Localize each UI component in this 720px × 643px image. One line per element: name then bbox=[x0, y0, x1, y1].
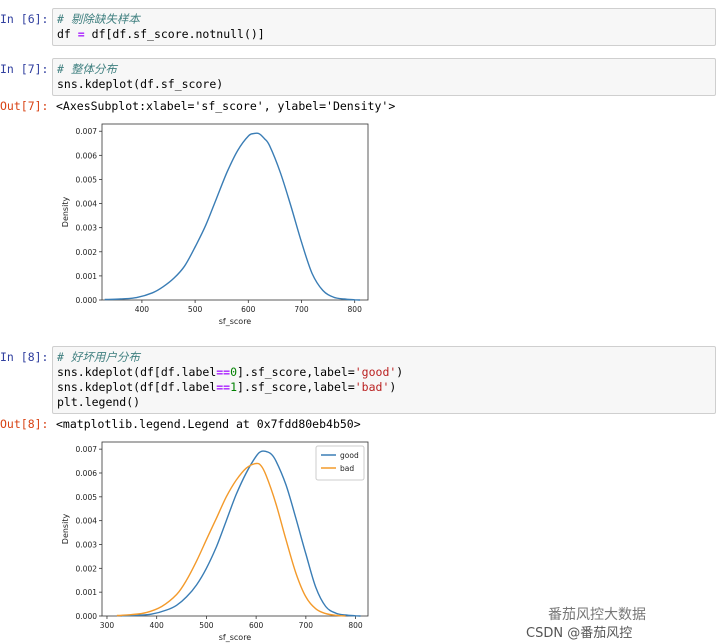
code-token: ) bbox=[389, 380, 397, 394]
code-token: df bbox=[57, 27, 78, 41]
code-token: sns.kdeplot(df[df.label bbox=[57, 365, 217, 379]
code-line: sns.kdeplot(df[df.label==1].sf_score,lab… bbox=[57, 380, 711, 395]
code-line: sns.kdeplot(df[df.label==0].sf_score,lab… bbox=[57, 365, 711, 380]
x-tick-label: 800 bbox=[348, 621, 363, 630]
legend-label: bad bbox=[340, 464, 354, 473]
y-tick-label: 0.005 bbox=[76, 493, 98, 502]
code-line: sns.kdeplot(df.sf_score) bbox=[57, 77, 711, 92]
y-tick-label: 0.006 bbox=[76, 469, 98, 478]
legend-label: good bbox=[340, 451, 359, 460]
code-line: plt.legend() bbox=[57, 395, 711, 410]
code-token: # 剔除缺失样本 bbox=[57, 12, 140, 26]
code-token: # 好坏用户分布 bbox=[57, 350, 140, 364]
cell-prompt-7: In [7]: bbox=[0, 62, 49, 76]
code-token: 'good' bbox=[354, 365, 397, 379]
code-token: sns.kdeplot(df[df.label bbox=[57, 380, 217, 394]
code-token: df[df.sf_score.notnull()] bbox=[84, 27, 265, 41]
code-line: # 整体分布 bbox=[57, 62, 711, 77]
code-token: # 整体分布 bbox=[57, 62, 117, 76]
x-tick-label: 300 bbox=[100, 621, 115, 630]
watermark-title: 番茄风控大数据 bbox=[548, 607, 646, 623]
y-tick-label: 0.006 bbox=[76, 151, 98, 160]
x-tick-label: 400 bbox=[135, 305, 150, 314]
y-tick-label: 0.001 bbox=[76, 588, 98, 597]
y-tick-label: 0.000 bbox=[76, 296, 98, 305]
y-tick-label: 0.004 bbox=[76, 200, 98, 209]
output-text-8: <matplotlib.legend.Legend at 0x7fdd80eb4… bbox=[56, 417, 361, 431]
y-tick-label: 0.005 bbox=[76, 175, 98, 184]
code-line: df = df[df.sf_score.notnull()] bbox=[57, 27, 711, 42]
code-cell-6[interactable]: # 剔除缺失样本 df = df[df.sf_score.notnull()] bbox=[52, 8, 716, 46]
output-prompt-7: Out[7]: bbox=[0, 99, 49, 113]
x-tick-label: 600 bbox=[241, 305, 256, 314]
code-line: # 好坏用户分布 bbox=[57, 350, 711, 365]
x-tick-label: 500 bbox=[199, 621, 214, 630]
x-tick-label: 700 bbox=[299, 621, 314, 630]
code-token: 0 bbox=[230, 365, 238, 379]
y-tick-label: 0.001 bbox=[76, 272, 98, 281]
cell-prompt-6: In [6]: bbox=[0, 12, 49, 26]
code-cell-8[interactable]: # 好坏用户分布 sns.kdeplot(df[df.label==0].sf_s… bbox=[52, 346, 716, 414]
kde-plot-good-bad: 0.000 0.001 0.002 0.003 0.004 0.005 0.006 0.007… bbox=[61, 441, 369, 642]
code-cell-7[interactable]: # 整体分布 sns.kdeplot(df.sf_score) bbox=[52, 58, 716, 96]
y-tick-label: 0.003 bbox=[76, 540, 98, 549]
y-tick-label: 0.002 bbox=[76, 564, 98, 573]
code-token: 'bad' bbox=[354, 380, 390, 394]
code-token: ].sf_score,label= bbox=[237, 365, 355, 379]
x-tick-label: 600 bbox=[249, 621, 264, 630]
y-axis-label: Density bbox=[61, 514, 70, 545]
y-axis-label: Density bbox=[61, 197, 70, 228]
y-tick-label: 0.007 bbox=[76, 445, 98, 454]
code-token: sns.kdeplot(df.sf_score) bbox=[57, 77, 224, 91]
kde-plot-overall: 0.000 0.001 0.002 0.003 0.004 0.005 0.006 0.007… bbox=[61, 123, 369, 326]
legend: good bad bbox=[315, 445, 365, 481]
x-tick-label: 700 bbox=[294, 305, 309, 314]
code-token: = bbox=[77, 27, 85, 41]
y-tick-label: 0.003 bbox=[76, 224, 98, 233]
x-axis-label: sf_score bbox=[219, 633, 252, 642]
code-token: == bbox=[216, 380, 231, 394]
code-token: ) bbox=[396, 365, 404, 379]
output-text-7: <AxesSubplot:xlabel='sf_score', ylabel='… bbox=[56, 99, 396, 113]
x-tick-label: 400 bbox=[150, 621, 165, 630]
code-token: == bbox=[216, 365, 231, 379]
x-tick-label: 500 bbox=[188, 305, 203, 314]
y-tick-label: 0.007 bbox=[76, 127, 98, 136]
plot-frame bbox=[101, 123, 369, 301]
code-token: plt.legend() bbox=[57, 395, 141, 409]
code-token: 1 bbox=[230, 380, 238, 394]
y-tick-label: 0.004 bbox=[76, 517, 98, 526]
watermark-handle: CSDN @番茄风控 bbox=[526, 626, 633, 641]
code-line: # 剔除缺失样本 bbox=[57, 12, 711, 27]
cell-prompt-8: In [8]: bbox=[0, 350, 49, 364]
y-tick-label: 0.002 bbox=[76, 248, 98, 257]
output-prompt-8: Out[8]: bbox=[0, 417, 49, 431]
x-tick-label: 800 bbox=[348, 305, 363, 314]
x-axis-label: sf_score bbox=[219, 317, 252, 326]
code-token: ].sf_score,label= bbox=[237, 380, 355, 394]
y-tick-label: 0.000 bbox=[76, 612, 98, 621]
